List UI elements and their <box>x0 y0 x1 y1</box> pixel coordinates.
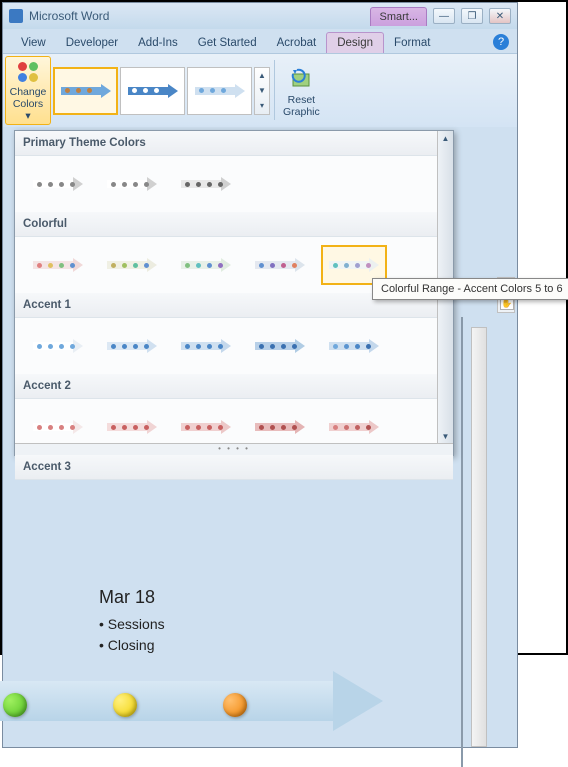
tooltip: Colorful Range - Accent Colors 5 to 6 <box>372 278 568 300</box>
color-swatch[interactable] <box>247 326 313 366</box>
app-title: Microsoft Word <box>9 9 109 23</box>
color-circles-icon <box>16 60 40 84</box>
color-swatch[interactable] <box>321 326 387 366</box>
color-swatch[interactable] <box>25 245 91 285</box>
change-colors-button[interactable]: Change Colors ▾ <box>5 56 51 125</box>
change-colors-label2: Colors ▾ <box>10 98 46 122</box>
doc-bullet-2: • Closing <box>99 635 519 656</box>
smartart-arrow[interactable] <box>0 671 393 731</box>
tab-view[interactable]: View <box>11 33 56 53</box>
color-swatch[interactable] <box>25 164 91 204</box>
tab-getstarted[interactable]: Get Started <box>188 33 267 53</box>
color-swatch[interactable] <box>99 245 165 285</box>
color-swatch[interactable] <box>173 245 239 285</box>
color-swatch[interactable] <box>173 326 239 366</box>
dd-heading-accent2: Accent 2 <box>15 374 453 399</box>
dropdown-resize-grip[interactable]: • • • • <box>15 443 453 455</box>
style-gallery-item-1[interactable] <box>53 67 118 115</box>
change-colors-label1: Change <box>10 86 47 98</box>
color-swatch[interactable] <box>173 407 239 447</box>
color-swatch[interactable] <box>99 326 165 366</box>
doc-date: Mar 18 <box>99 587 519 608</box>
tab-design[interactable]: Design <box>326 32 384 53</box>
reset-graphic-button[interactable]: Reset Graphic <box>279 56 324 125</box>
dd-heading-colorful: Colorful <box>15 212 453 237</box>
color-swatch[interactable] <box>247 407 313 447</box>
tab-acrobat[interactable]: Acrobat <box>267 33 327 53</box>
style-gallery: ▲▼▾ <box>53 56 270 125</box>
document-area: Mar 18 • Sessions • Closing <box>3 587 519 656</box>
close-button[interactable]: ✕ <box>489 8 511 24</box>
color-swatch[interactable] <box>247 245 313 285</box>
title-bar: Microsoft Word Smart... — ❐ ✕ <box>3 3 517 29</box>
help-icon[interactable]: ? <box>493 34 509 50</box>
contextual-tab-smartart[interactable]: Smart... <box>370 7 427 26</box>
dd-heading-primary: Primary Theme Colors <box>15 131 453 156</box>
color-swatch[interactable] <box>173 164 239 204</box>
tab-addins[interactable]: Add-Ins <box>128 33 188 53</box>
doc-bullet-1: • Sessions <box>99 614 519 635</box>
style-gallery-item-2[interactable] <box>120 67 185 115</box>
style-gallery-item-3[interactable] <box>187 67 252 115</box>
minimize-button[interactable]: — <box>433 8 455 24</box>
ribbon: Change Colors ▾ ▲▼▾ Reset Graphic <box>3 53 517 127</box>
reset-label1: Reset <box>288 94 315 106</box>
tab-developer[interactable]: Developer <box>56 33 128 53</box>
restore-button[interactable]: ❐ <box>461 8 483 24</box>
vertical-scrollbar[interactable] <box>471 327 487 747</box>
color-swatch[interactable] <box>99 407 165 447</box>
color-swatch[interactable] <box>321 407 387 447</box>
tab-format[interactable]: Format <box>384 33 440 53</box>
color-swatch[interactable] <box>25 326 91 366</box>
reset-label2: Graphic <box>283 106 320 118</box>
color-swatch[interactable] <box>99 164 165 204</box>
dd-heading-accent3: Accent 3 <box>15 455 453 480</box>
ribbon-tabs: View Developer Add-Ins Get Started Acrob… <box>3 29 517 53</box>
color-swatch[interactable] <box>25 407 91 447</box>
style-gallery-more[interactable]: ▲▼▾ <box>254 67 270 115</box>
reset-graphic-icon <box>287 64 315 92</box>
